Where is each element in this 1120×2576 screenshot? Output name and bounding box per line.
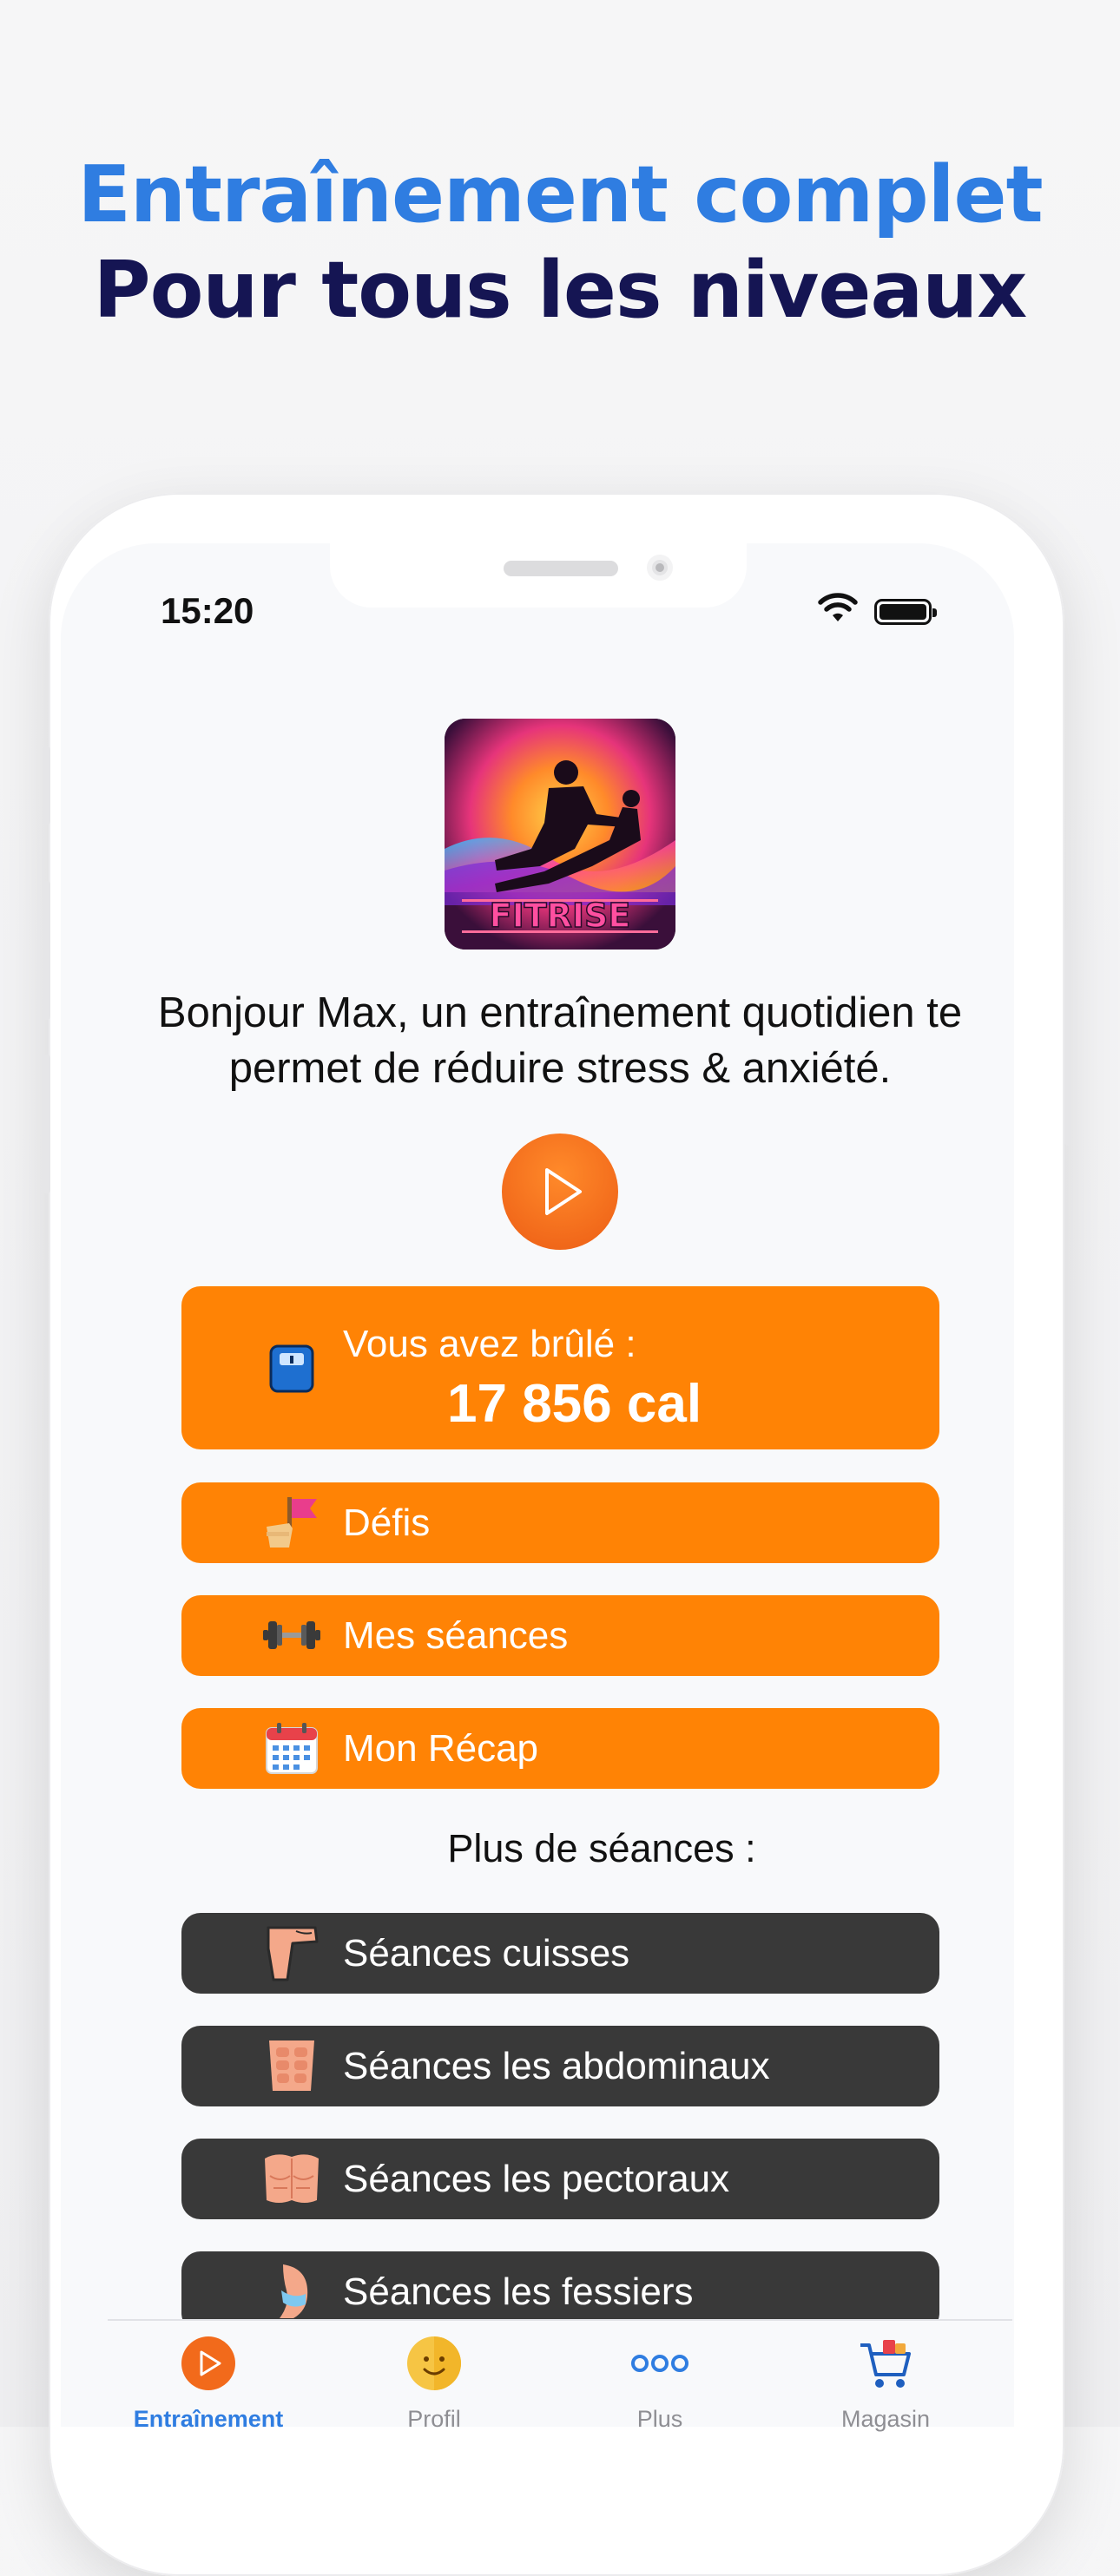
scale-icon: [261, 1338, 322, 1399]
thighs-sessions-label: Séances cuisses: [343, 1932, 630, 1975]
phone-volume-up: [43, 881, 50, 1020]
tab-shop[interactable]: Magasin: [773, 2333, 998, 2433]
smiley-icon: [404, 2333, 464, 2394]
calories-burned-card[interactable]: Vous avez brûlé : 17 856 cal: [181, 1286, 939, 1449]
tab-training[interactable]: Entraînement: [96, 2333, 321, 2433]
phone-power-button: [1064, 929, 1071, 1146]
my-recap-button[interactable]: Mon Récap: [181, 1708, 939, 1789]
battery-icon: [874, 599, 937, 625]
chest-sessions-label: Séances les pectoraux: [343, 2158, 730, 2200]
phone-volume-down: [43, 1055, 50, 1193]
challenges-label: Défis: [343, 1502, 431, 1544]
phone-side-button: [43, 746, 50, 825]
leg-icon: [261, 1922, 322, 1983]
chest-sessions-button[interactable]: Séances les pectoraux: [181, 2139, 939, 2219]
abs-icon: [261, 2035, 322, 2096]
dumbbell-icon: [261, 1605, 322, 1666]
tab-bar: Entraînement Profil Plus Magasin: [108, 2319, 1012, 2432]
challenges-button[interactable]: Défis: [181, 1482, 939, 1563]
tab-shop-label: Magasin: [840, 2406, 931, 2432]
greeting-text: Bonjour Max, un entraînement quotidien t…: [157, 989, 963, 1092]
thighs-sessions-button[interactable]: Séances cuisses: [181, 1913, 939, 1994]
glutes-icon: [261, 2261, 322, 2322]
tab-training-label: Entraînement: [133, 2406, 284, 2432]
my-recap-label: Mon Récap: [343, 1727, 539, 1770]
calendar-icon: [261, 1718, 322, 1778]
glutes-sessions-label: Séances les fessiers: [343, 2270, 694, 2313]
front-camera: [647, 555, 673, 581]
status-time: 15:20: [161, 590, 254, 631]
play-icon: [545, 1168, 582, 1215]
play-icon: [178, 2333, 239, 2394]
start-workout-button[interactable]: [502, 1134, 618, 1250]
more-sessions-title: Plus de séances :: [447, 1826, 756, 1870]
wifi-icon: [818, 593, 858, 621]
promo-headline: Entraînement complet Pour tous les nivea…: [0, 148, 1120, 338]
tab-profile[interactable]: Profil: [321, 2333, 547, 2433]
flag-icon: [261, 1492, 322, 1553]
tab-more[interactable]: Plus: [547, 2333, 773, 2433]
more-dots-icon: [629, 2333, 690, 2394]
tab-more-label: Plus: [636, 2406, 683, 2432]
logo-wordmark: FITRISE: [490, 897, 631, 935]
abs-sessions-button[interactable]: Séances les abdominaux: [181, 2026, 939, 2106]
cart-icon: [855, 2333, 916, 2394]
my-sessions-label: Mes séances: [343, 1614, 569, 1657]
abs-sessions-label: Séances les abdominaux: [343, 2045, 770, 2087]
tab-profile-label: Profil: [407, 2406, 461, 2432]
headline-line-1: Entraînement complet: [77, 149, 1043, 240]
calories-value: 17 856 cal: [447, 1374, 702, 1434]
chest-icon: [261, 2148, 322, 2209]
app-logo: FITRISE: [445, 719, 675, 950]
calories-label: Vous avez brûlé :: [343, 1323, 636, 1365]
my-sessions-button[interactable]: Mes séances: [181, 1595, 939, 1676]
headline-line-2: Pour tous les niveaux: [93, 245, 1028, 336]
speaker-grille: [504, 561, 618, 576]
